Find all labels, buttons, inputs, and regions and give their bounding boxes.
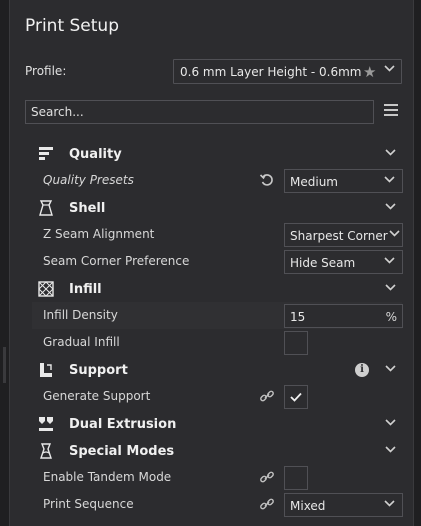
profile-dropdown[interactable]: 0.6 mm Layer Height - 0.6mm ★ (173, 59, 402, 84)
setting-infill-density: Infill Density 15 % (32, 302, 403, 329)
enable-tandem-mode-checkbox[interactable] (284, 466, 308, 490)
print-setup-panel: Print Setup Profile: 0.6 mm Layer Height… (9, 0, 414, 526)
setting-label: Enable Tandem Mode (43, 470, 172, 484)
profile-label: Profile: (25, 64, 67, 78)
chevron-down-icon (385, 365, 396, 372)
dual-extrusion-icon (39, 417, 53, 431)
profile-value: 0.6 mm Layer Height - 0.6mm (180, 65, 362, 79)
category-label: Support (69, 363, 128, 378)
quality-icon (39, 147, 53, 160)
z-seam-alignment-dropdown[interactable]: Sharpest Corner (284, 223, 403, 247)
left-edge-strip (0, 0, 9, 526)
reset-icon[interactable] (259, 172, 275, 188)
print-sequence-dropdown[interactable]: Mixed (284, 493, 403, 517)
setting-label: Quality Presets (43, 173, 134, 187)
chevron-down-icon (389, 230, 400, 237)
checkmark-icon (290, 392, 302, 402)
special-modes-icon (40, 443, 52, 459)
chevron-down-icon (384, 257, 395, 264)
star-icon[interactable]: ★ (363, 63, 376, 81)
setting-quality-presets: Quality Presets Medium (32, 167, 403, 194)
chevron-down-icon (385, 284, 396, 291)
setting-generate-support: Generate Support (32, 383, 402, 410)
scroll-marker (3, 347, 6, 383)
setting-label: Gradual Infill (43, 335, 120, 349)
setting-label: Seam Corner Preference (43, 254, 190, 268)
infill-icon (38, 281, 54, 297)
category-support[interactable]: Support i (32, 359, 402, 383)
chevron-down-icon (385, 419, 396, 426)
search-field[interactable] (25, 100, 374, 124)
support-icon (40, 363, 52, 377)
input-value: 15 (290, 310, 306, 324)
link-icon[interactable] (259, 470, 275, 484)
input-unit: % (385, 310, 397, 324)
setting-label: Print Sequence (43, 497, 134, 511)
chevron-down-icon (384, 65, 395, 72)
dropdown-value: Medium (290, 175, 338, 189)
setting-gradual-infill: Gradual Infill (32, 329, 402, 356)
dropdown-value: Mixed (290, 499, 326, 513)
category-infill[interactable]: Infill (32, 278, 402, 302)
dropdown-value: Sharpest Corner (290, 229, 388, 243)
category-label: Quality (69, 147, 122, 162)
setting-enable-tandem-mode: Enable Tandem Mode (32, 464, 402, 491)
seam-corner-preference-dropdown[interactable]: Hide Seam (284, 250, 403, 274)
gradual-infill-checkbox[interactable] (284, 331, 308, 355)
chevron-down-icon (385, 149, 396, 156)
setting-z-seam-alignment: Z Seam Alignment Sharpest Corner (32, 221, 403, 248)
panel-title: Print Setup (25, 16, 119, 36)
shell-icon (39, 200, 53, 216)
category-label: Dual Extrusion (69, 417, 177, 432)
quality-presets-dropdown[interactable]: Medium (284, 169, 403, 193)
setting-label: Generate Support (43, 389, 151, 403)
chevron-down-icon (385, 203, 396, 210)
category-label: Infill (69, 282, 102, 297)
category-label: Special Modes (69, 444, 175, 459)
category-dual-extrusion[interactable]: Dual Extrusion (32, 413, 402, 437)
generate-support-checkbox[interactable] (284, 385, 308, 409)
info-icon[interactable]: i (355, 363, 369, 377)
category-quality[interactable]: Quality (32, 143, 402, 167)
setting-print-sequence: Print Sequence Mixed (32, 491, 403, 518)
search-input[interactable] (26, 101, 373, 123)
setting-label: Z Seam Alignment (43, 227, 155, 241)
link-icon[interactable] (259, 497, 275, 511)
chevron-down-icon (384, 500, 395, 507)
category-special-modes[interactable]: Special Modes (32, 440, 402, 464)
hamburger-menu-icon[interactable] (384, 104, 398, 118)
setting-label: Infill Density (43, 308, 118, 322)
infill-density-input[interactable]: 15 % (284, 304, 403, 328)
chevron-down-icon (385, 446, 396, 453)
category-shell[interactable]: Shell (32, 197, 402, 221)
setting-seam-corner-preference: Seam Corner Preference Hide Seam (32, 248, 403, 275)
chevron-down-icon (384, 176, 395, 183)
link-icon[interactable] (259, 389, 275, 403)
dropdown-value: Hide Seam (290, 256, 356, 270)
category-label: Shell (69, 201, 106, 216)
